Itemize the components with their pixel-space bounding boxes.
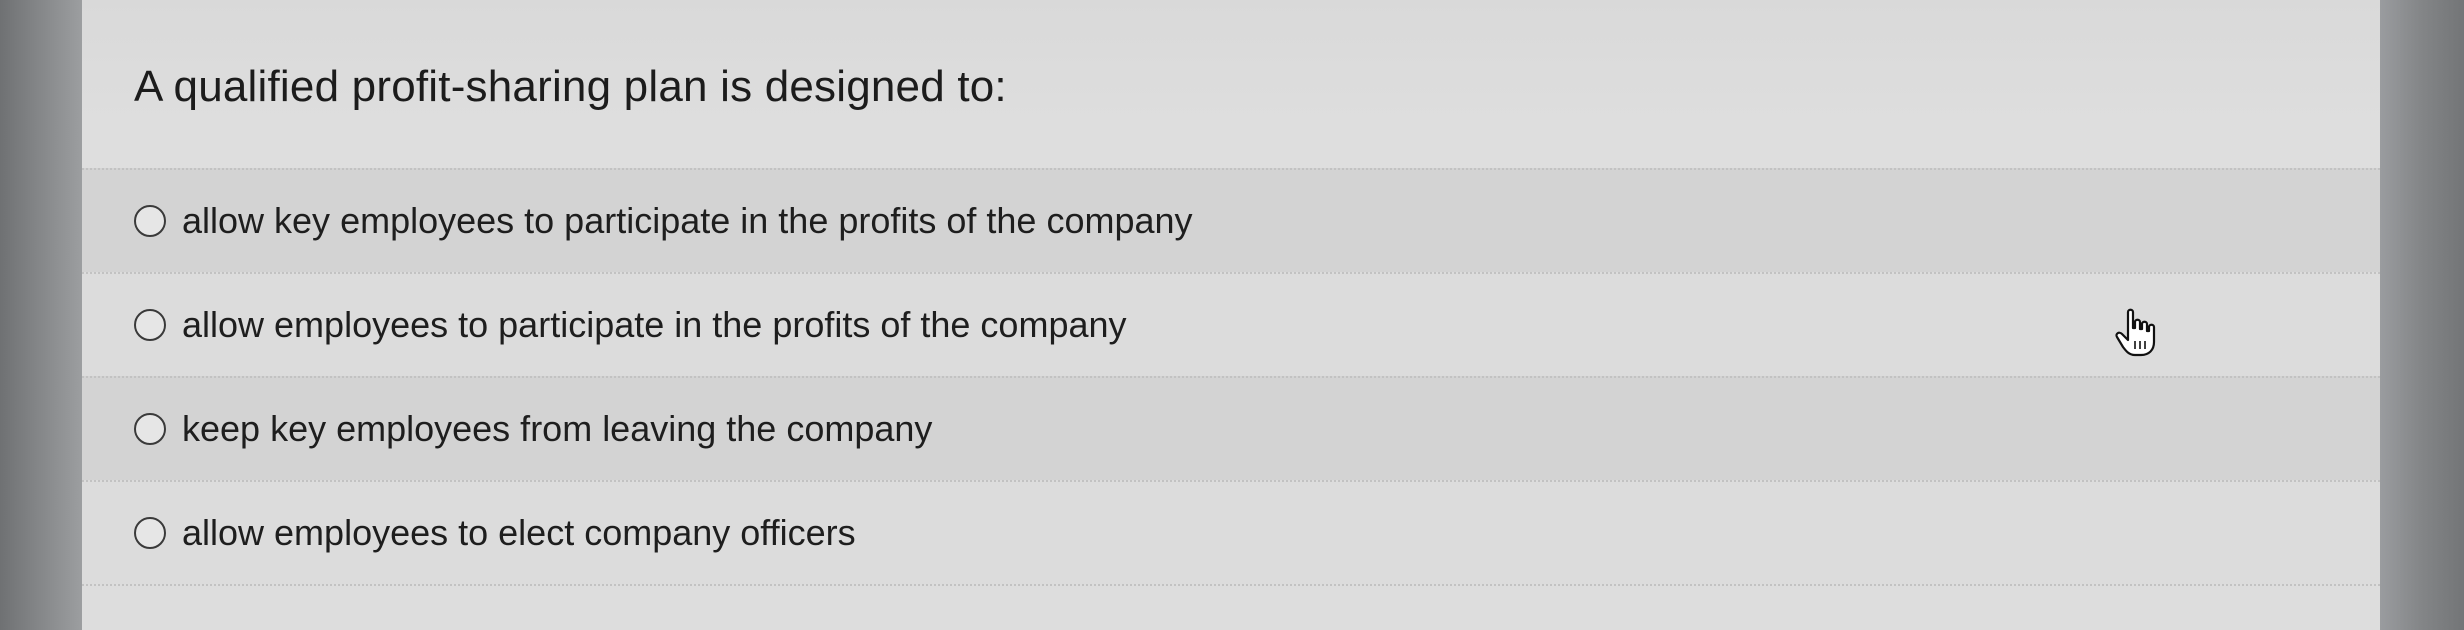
radio-button-icon[interactable] xyxy=(134,205,166,237)
radio-button-icon[interactable] xyxy=(134,517,166,549)
radio-button-icon[interactable] xyxy=(134,309,166,341)
question-text: A qualified profit-sharing plan is desig… xyxy=(134,62,1007,111)
option-label: allow employees to participate in the pr… xyxy=(182,304,1127,345)
hand-pointer-icon xyxy=(2115,308,2156,357)
option-3[interactable]: keep key employees from leaving the comp… xyxy=(82,376,2380,480)
answer-options: allow key employees to participate in th… xyxy=(82,168,2380,588)
option-4[interactable]: allow employees to elect company officer… xyxy=(82,480,2380,584)
option-1[interactable]: allow key employees to participate in th… xyxy=(82,168,2380,272)
option-label: allow key employees to participate in th… xyxy=(182,200,1193,241)
right-bezel xyxy=(2380,0,2464,630)
option-label: allow employees to elect company officer… xyxy=(182,512,856,553)
option-2[interactable]: allow employees to participate in the pr… xyxy=(82,272,2380,376)
left-bezel xyxy=(0,0,82,630)
radio-button-icon[interactable] xyxy=(134,413,166,445)
option-label: keep key employees from leaving the comp… xyxy=(182,408,933,449)
divider xyxy=(82,584,2380,588)
